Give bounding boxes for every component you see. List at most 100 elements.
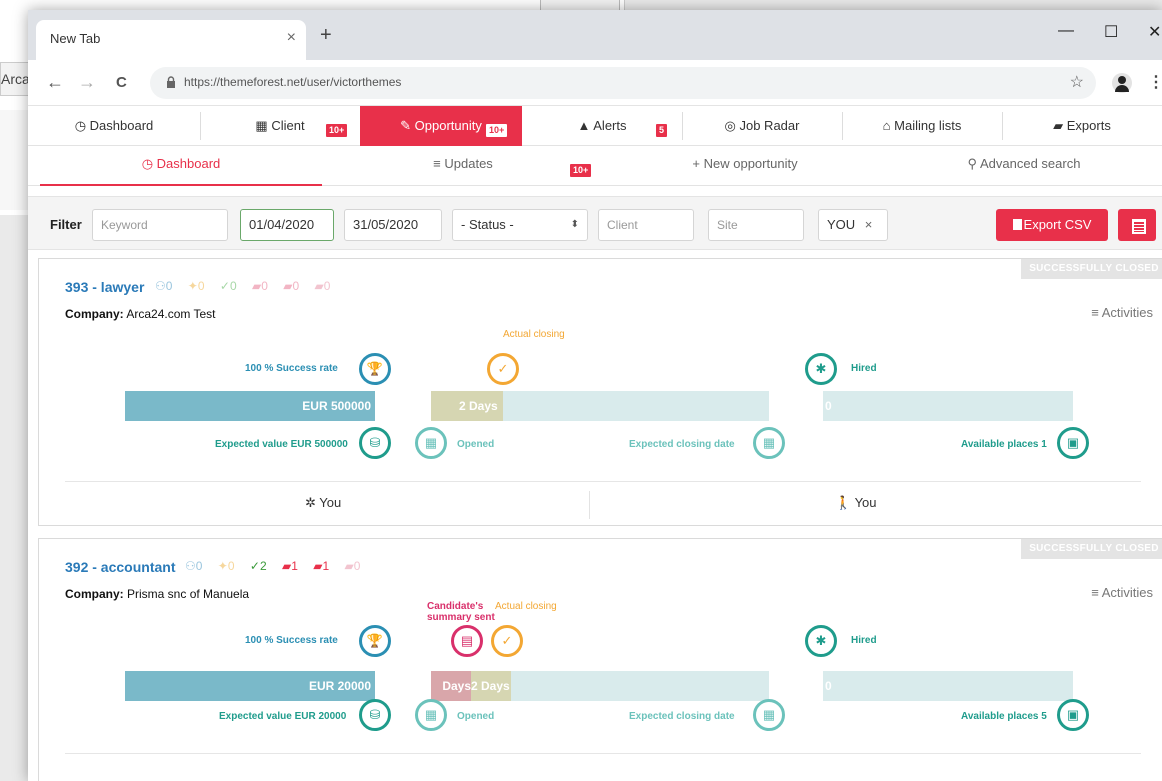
opened-label: Opened [457,711,495,722]
activities-link[interactable]: ≡ Activities [1091,585,1153,600]
new-tab-button[interactable]: + [320,25,332,45]
browser-tab[interactable]: New Tab × [36,20,306,60]
lock-icon [167,76,175,88]
company-line: Company: Prisma snc of Manuela [65,587,249,601]
approved-stat: ✓0 [219,279,237,293]
nav-alerts-label: Alerts [593,118,627,133]
user-filter-tag[interactable]: YOU × [818,209,888,241]
places-bar: 0 [823,391,1073,421]
user-tag-label: YOU [827,217,856,232]
status-badge: SUCCESSFULLY CLOSED [1021,539,1162,559]
company-name: Arca24.com Test [126,307,216,321]
subtab-updates-label: Updates [444,156,493,171]
hired-label: Hired [851,363,877,374]
card-divider [65,481,1141,482]
site-input[interactable]: Site [708,209,804,241]
background-address-bar: Arca [0,62,30,96]
hired-person-icon: ✱ [805,353,837,385]
dashboard-icon: ◷ [141,156,154,171]
tab-close-icon[interactable]: × [287,29,296,47]
opportunity-title[interactable]: 392 - accountant [65,559,175,575]
maximize-button[interactable]: ☐ [1104,22,1118,42]
opportunity-icon: ✎ [400,118,412,133]
company-label: Company: [65,307,124,321]
subtab-updates[interactable]: ≡ Updates [322,146,604,186]
company-line: Company: Arca24.com Test [65,307,216,321]
remove-tag-icon[interactable]: × [865,217,873,232]
profile-avatar[interactable] [1112,73,1132,93]
nav-exports-label: Exports [1066,118,1111,133]
back-button[interactable]: ← [46,72,64,93]
tab-title: New Tab [50,31,101,46]
export-csv-button[interactable]: Export CSV [996,209,1108,241]
radar-icon: ◎ [724,118,736,133]
favorites-stat: ✦0 [187,279,205,293]
nav-job-radar[interactable]: ◎ Job Radar [682,106,842,146]
calendar-closing-icon: ▦ [753,699,785,731]
date-from-input[interactable]: 01/04/2020 [240,209,334,241]
activities-label: Activities [1101,585,1153,600]
subtab-new-opportunity[interactable]: + New opportunity [604,146,886,186]
timeline-bar: Days2 Days [431,671,769,701]
forward-button[interactable]: → [78,72,96,93]
check-closing-icon: ✓ [487,353,519,385]
select-arrows-icon: ⬍ [570,219,579,230]
expected-value-label: Expected value EUR 500000 [215,439,348,450]
sent-stat: ▰1 [281,559,298,573]
browser-menu-icon[interactable]: ⋮ [1148,72,1162,92]
nav-opportunity-label: Opportunity [414,118,482,133]
opportunity-stats: ⚇0 ✦0 ✓2 ▰1 ▰1 ▰0 [185,559,372,573]
activities-link[interactable]: ≡ Activities [1091,305,1153,320]
nav-exports[interactable]: ▰ Exports [1002,106,1162,146]
client-icon: ▦ [255,118,268,133]
export-file-icon [1012,219,1022,230]
actual-closing-label: Actual closing [503,329,565,340]
days-segment-closing: 2 Days [471,671,511,701]
status-badge: SUCCESSFULLY CLOSED [1021,259,1162,279]
client-input[interactable]: Client [598,209,694,241]
list-icon: ≡ [1091,585,1099,600]
status-select[interactable]: - Status - ⬍ [452,209,588,241]
reload-button[interactable]: C [116,74,127,91]
subtab-advanced-search[interactable]: ⚲ Advanced search [886,146,1162,186]
opportunity-card: 393 - lawyer ⚇0 ✦0 ✓0 ▰0 ▰0 ▰0 SUCCESSFU… [38,258,1162,526]
company-label: Company: [65,587,124,601]
available-places-label: Available places 1 [961,439,1047,450]
success-rate-label: 100 % Success rate [245,363,338,374]
filter-bar: Filter Keyword 01/04/2020 31/05/2020 - S… [28,196,1162,250]
close-window-button[interactable]: ✕ [1148,22,1161,42]
interviews-stat: ▰0 [283,279,300,293]
candidates-stat: ⚇0 [155,279,173,293]
candidate-summary-label: Candidate's summary sent [427,601,495,623]
bookmark-star-icon[interactable]: ☆ [1070,72,1084,92]
sent-stat: ▰0 [251,279,268,293]
trophy-icon: 🏆 [359,353,391,385]
table-view-button[interactable] [1118,209,1156,241]
calendar-closing-icon: ▦ [753,427,785,459]
subtab-dashboard[interactable]: ◷ Dashboard [40,146,322,186]
expected-value-bar: EUR 20000 [125,671,375,701]
export-icon: ▰ [1053,118,1064,133]
address-bar[interactable]: https://themeforest.net/user/victortheme… [150,67,1096,99]
nav-mailing-lists[interactable]: ⌂ Mailing lists [842,106,1002,146]
days-segment-summary: Days [431,671,471,701]
minimize-button[interactable]: — [1058,22,1074,40]
days-segment: 2 Days [431,391,503,421]
browser-toolbar: ← → C https://themeforest.net/user/victo… [28,60,1162,106]
company-name: Prisma snc of Manuela [127,587,250,601]
browser-window: New Tab × + — ☐ ✕ ← → C https://themefor… [28,10,1162,781]
card-divider [65,753,1141,754]
opportunity-card: 392 - accountant ⚇0 ✦0 ✓2 ▰1 ▰1 ▰0 SUCCE… [38,538,1162,781]
keyword-input[interactable]: Keyword [92,209,228,241]
footer-divider [589,491,590,519]
nav-job-radar-label: Job Radar [739,118,800,133]
opportunity-title[interactable]: 393 - lawyer [65,279,144,295]
search-icon: ⚲ [967,156,978,171]
walking-person-icon: 🚶 [835,495,852,510]
tab-strip: New Tab × + — ☐ ✕ [28,10,1162,60]
expected-closing-label: Expected closing date [629,439,735,450]
nav-dashboard[interactable]: ◷ Dashboard [28,106,200,146]
list-icon: ≡ [1091,305,1099,320]
alerts-badge: 5 [656,124,668,137]
date-to-input[interactable]: 31/05/2020 [344,209,442,241]
